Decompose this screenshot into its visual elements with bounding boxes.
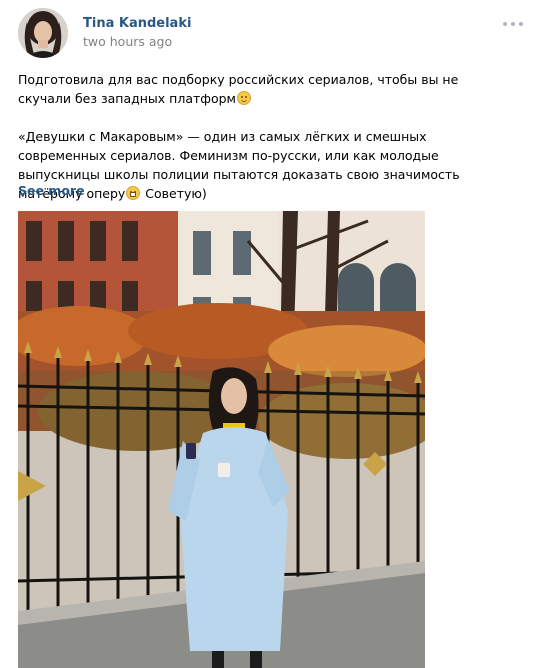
winking-face-icon bbox=[236, 91, 251, 105]
post-paragraph: Подготовила для вас подборку российских … bbox=[18, 70, 513, 108]
post-menu-button[interactable] bbox=[503, 18, 523, 30]
wall-post: Tina Kandelaki two hours ago Подготовила… bbox=[0, 0, 537, 668]
grinning-face-icon bbox=[126, 186, 141, 200]
post-paragraph: «Девушки с Макаровым» — один из самых лё… bbox=[18, 127, 513, 203]
more-dot bbox=[503, 22, 507, 26]
more-dot bbox=[519, 22, 523, 26]
author-name[interactable]: Tina Kandelaki bbox=[83, 16, 191, 31]
paragraph-text-end: Советую) bbox=[141, 186, 207, 201]
see-more-link[interactable]: See more bbox=[18, 183, 85, 198]
avatar[interactable] bbox=[18, 8, 68, 58]
post-photo[interactable] bbox=[18, 211, 425, 668]
post-time[interactable]: two hours ago bbox=[83, 34, 172, 49]
post-text: Подготовила для вас подборку российских … bbox=[18, 70, 513, 203]
more-dot bbox=[511, 22, 515, 26]
post-header: Tina Kandelaki two hours ago bbox=[18, 8, 537, 58]
